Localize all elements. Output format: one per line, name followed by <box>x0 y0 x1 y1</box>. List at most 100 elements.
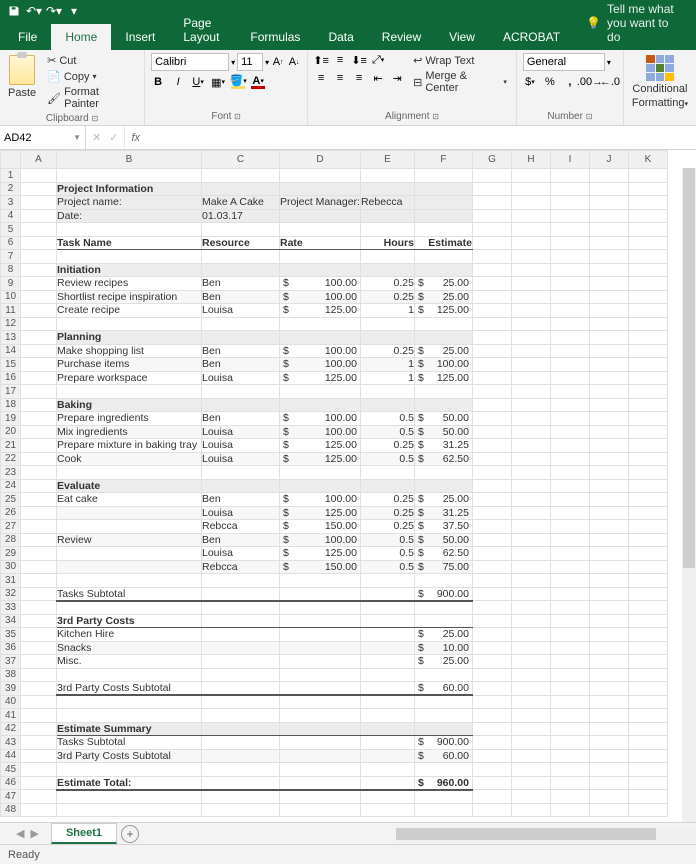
horizontal-scrollbar[interactable] <box>396 827 696 841</box>
table-row[interactable]: 393rd Party Costs Subtotal$60.00 <box>1 682 668 696</box>
spreadsheet[interactable]: ABCDEFGHIJK 12Project Information3Projec… <box>0 150 696 822</box>
table-row[interactable]: 343rd Party Costs <box>1 614 668 628</box>
table-row[interactable]: 28ReviewBen$100.000.5$50.00 <box>1 533 668 547</box>
comma-format-icon[interactable]: , <box>563 75 577 89</box>
table-row[interactable]: 42Estimate Summary <box>1 722 668 736</box>
bold-button[interactable]: B <box>151 75 165 89</box>
font-size-combo[interactable] <box>237 53 263 71</box>
tab-acrobat[interactable]: ACROBAT <box>489 24 574 50</box>
font-name-combo[interactable] <box>151 53 229 71</box>
name-box-input[interactable] <box>4 132 52 144</box>
underline-button[interactable]: U▾ <box>191 75 205 89</box>
shrink-font-icon[interactable]: A↓ <box>287 55 301 69</box>
table-row[interactable]: 7 <box>1 250 668 264</box>
table-row[interactable]: 30Rebcca$150.000.5$75.00 <box>1 560 668 574</box>
table-row[interactable]: 9Review recipesBen$100.000.25$25.00 <box>1 277 668 291</box>
table-row[interactable]: 35Kitchen Hire$25.00 <box>1 628 668 642</box>
number-format-combo[interactable] <box>523 53 605 71</box>
border-button[interactable]: ▦▾ <box>211 75 225 89</box>
tab-view[interactable]: View <box>435 24 489 50</box>
table-row[interactable]: 25Eat cakeBen$100.000.25$25.00 <box>1 493 668 507</box>
table-row[interactable]: 1 <box>1 169 668 183</box>
qat-customize-icon[interactable]: ▾ <box>64 1 84 21</box>
table-row[interactable]: 29Louisa$125.000.5$62.50 <box>1 547 668 561</box>
tab-review[interactable]: Review <box>368 24 435 50</box>
conditional-formatting-button[interactable]: Conditional Formatting▾ <box>630 53 690 111</box>
table-row[interactable]: 38 <box>1 668 668 682</box>
copy-button[interactable]: 📄Copy▾ <box>44 69 138 84</box>
grow-font-icon[interactable]: A↑ <box>271 55 285 69</box>
tab-page-layout[interactable]: Page Layout <box>169 10 236 50</box>
table-row[interactable]: 14Make shopping listBen$100.000.25$25.00 <box>1 344 668 358</box>
table-row[interactable]: 19Prepare ingredientsBen$100.000.5$50.00 <box>1 412 668 426</box>
table-row[interactable]: 3Project name:Make A CakeProject Manager… <box>1 196 668 210</box>
undo-icon[interactable]: ↶▾ <box>24 1 44 21</box>
table-row[interactable]: 11Create recipeLouisa$125.001$125.00 <box>1 304 668 318</box>
increase-indent-icon[interactable]: ⇥ <box>390 71 404 85</box>
table-row[interactable]: 47 <box>1 790 668 804</box>
align-center-icon[interactable]: ≡ <box>333 71 347 85</box>
table-row[interactable]: 20Mix ingredientsLouisa$100.000.5$50.00 <box>1 425 668 439</box>
table-row[interactable]: 23 <box>1 466 668 480</box>
merge-center-button[interactable]: ⊟Merge & Center▾ <box>410 69 510 95</box>
orientation-icon[interactable]: ⤢▾ <box>371 53 385 67</box>
vertical-scrollbar[interactable] <box>682 168 696 822</box>
table-row[interactable]: 443rd Party Costs Subtotal$60.00 <box>1 749 668 763</box>
paste-button[interactable]: Paste <box>6 53 38 101</box>
table-row[interactable]: 17 <box>1 385 668 399</box>
accounting-format-icon[interactable]: $▾ <box>523 75 537 89</box>
table-row[interactable]: 32Tasks Subtotal$900.00 <box>1 587 668 601</box>
wrap-text-button[interactable]: ↩Wrap Text <box>410 53 510 68</box>
cancel-formula-icon[interactable]: ✕ <box>92 131 101 144</box>
tab-file[interactable]: File <box>4 24 51 50</box>
table-row[interactable]: 26Louisa$125.000.25$31.25 <box>1 506 668 520</box>
table-row[interactable]: 5 <box>1 223 668 237</box>
tab-insert[interactable]: Insert <box>111 24 169 50</box>
table-row[interactable]: 24Evaluate <box>1 479 668 493</box>
table-row[interactable]: 48 <box>1 803 668 817</box>
decrease-decimal-icon[interactable]: ←.0 <box>603 75 617 89</box>
decrease-indent-icon[interactable]: ⇤ <box>371 71 385 85</box>
fill-color-button[interactable]: 🪣▾ <box>231 75 245 89</box>
table-row[interactable]: 43Tasks Subtotal$900.00 <box>1 736 668 750</box>
table-row[interactable]: 37Misc.$25.00 <box>1 655 668 669</box>
table-row[interactable]: 40 <box>1 695 668 709</box>
table-row[interactable]: 10Shortlist recipe inspirationBen$100.00… <box>1 290 668 304</box>
table-row[interactable]: 36Snacks$10.00 <box>1 641 668 655</box>
table-row[interactable]: 33 <box>1 601 668 615</box>
table-row[interactable]: 6Task NameResourceRateHoursEstimate <box>1 236 668 250</box>
table-row[interactable]: 27Rebcca$150.000.25$37.50 <box>1 520 668 534</box>
align-bottom-icon[interactable]: ⬇≡ <box>352 53 366 67</box>
tab-data[interactable]: Data <box>314 24 367 50</box>
redo-icon[interactable]: ↷▾ <box>44 1 64 21</box>
table-row[interactable]: 13Planning <box>1 331 668 345</box>
align-middle-icon[interactable]: ≡ <box>333 53 347 67</box>
fx-label[interactable]: fx <box>125 126 146 149</box>
cut-button[interactable]: ✂Cut <box>44 53 138 68</box>
table-row[interactable]: 18Baking <box>1 398 668 412</box>
table-row[interactable]: 2Project Information <box>1 182 668 196</box>
sheet-nav-next-icon[interactable]: ▶ <box>30 827 38 840</box>
format-painter-button[interactable]: 🖌Format Painter <box>44 85 138 111</box>
formula-input[interactable] <box>146 126 696 149</box>
table-row[interactable]: 22CookLouisa$125.000.5$62.50 <box>1 452 668 466</box>
table-row[interactable]: 46Estimate Total:$960.00 <box>1 776 668 790</box>
table-row[interactable]: 4Date:01.03.17 <box>1 209 668 223</box>
percent-format-icon[interactable]: % <box>543 75 557 89</box>
font-color-button[interactable]: A▾ <box>251 75 265 89</box>
tell-me-search[interactable]: 💡 Tell me what you want to do <box>574 0 696 50</box>
enter-formula-icon[interactable]: ✓ <box>109 131 118 144</box>
align-right-icon[interactable]: ≡ <box>352 71 366 85</box>
sheet-nav-prev-icon[interactable]: ◀ <box>16 827 24 840</box>
table-row[interactable]: 45 <box>1 763 668 777</box>
name-box[interactable]: ▼ <box>0 126 86 149</box>
sheet-tab-sheet1[interactable]: Sheet1 <box>51 823 117 844</box>
column-headers[interactable]: ABCDEFGHIJK <box>1 151 668 169</box>
italic-button[interactable]: I <box>171 75 185 89</box>
table-row[interactable]: 15Purchase itemsBen$100.001$100.00 <box>1 358 668 372</box>
tab-home[interactable]: Home <box>51 24 111 50</box>
align-top-icon[interactable]: ⬆≡ <box>314 53 328 67</box>
add-sheet-button[interactable]: + <box>121 825 139 843</box>
table-row[interactable]: 31 <box>1 574 668 588</box>
table-row[interactable]: 41 <box>1 709 668 723</box>
